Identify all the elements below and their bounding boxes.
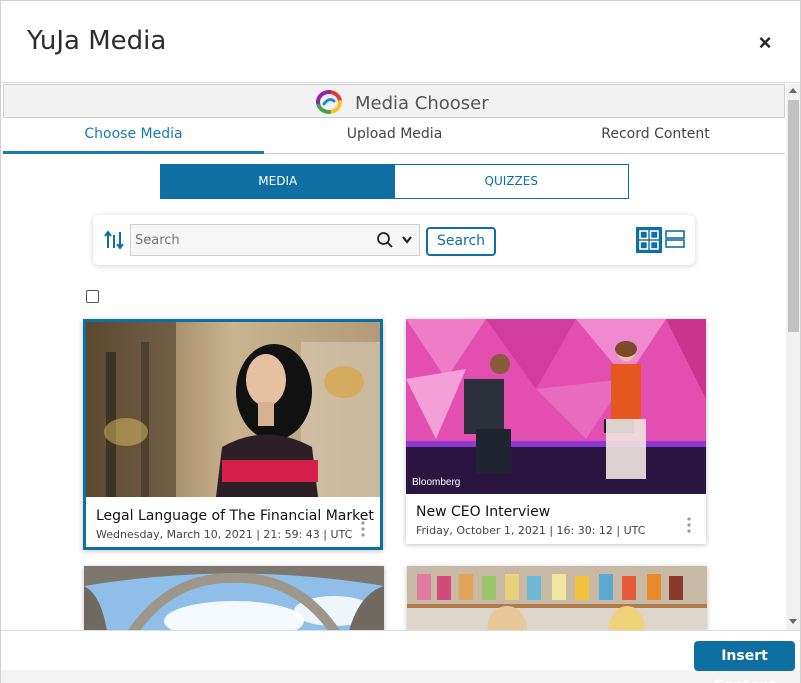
media-thumbnail-image <box>407 566 707 630</box>
grid-view-icon[interactable] <box>636 227 662 253</box>
more-options-icon[interactable] <box>360 520 366 538</box>
media-title[interactable]: Legal Language of The Financial Market <box>96 508 374 524</box>
scroll-thumb[interactable] <box>788 100 799 332</box>
media-date: Friday, October 1, 2021 | 16: 30: 12 | U… <box>416 524 646 537</box>
tab-record-content[interactable]: Record Content <box>525 118 786 154</box>
search-toolbar: Search <box>93 215 695 265</box>
media-title[interactable]: New CEO Interview <box>416 504 550 520</box>
scroll-up-icon[interactable] <box>786 84 800 98</box>
tab-choose-media[interactable]: Choose Media <box>3 118 264 154</box>
media-card[interactable] <box>407 566 707 630</box>
media-dialog: YuJa Media × Media Chooser Choose Media … <box>0 0 801 683</box>
media-date: Wednesday, March 10, 2021 | 21: 59: 43 |… <box>96 528 353 541</box>
media-thumbnail <box>86 322 380 497</box>
media-thumbnail: Bloomberg <box>406 319 706 494</box>
media-thumbnail-image: Bloomberg <box>406 319 706 494</box>
dialog-title: YuJa Media <box>27 26 167 56</box>
insert-content-button[interactable]: Insert Content <box>694 641 795 683</box>
chevron-down-icon[interactable] <box>400 233 414 247</box>
dialog-footer: Insert Content <box>1 630 800 683</box>
bloomberg-watermark: Bloomberg <box>412 477 460 488</box>
search-icon[interactable] <box>376 231 394 249</box>
select-all-checkbox[interactable] <box>86 290 99 303</box>
search-button[interactable]: Search <box>426 227 496 256</box>
chooser-title: Media Chooser <box>355 93 489 114</box>
media-card[interactable]: Bloomberg New CEO Interview Friday, Octo… <box>406 319 706 544</box>
media-thumbnail-image <box>86 322 380 497</box>
more-options-icon[interactable] <box>686 516 692 534</box>
list-view-icon[interactable] <box>664 228 686 250</box>
chooser-header: Media Chooser <box>3 84 785 118</box>
scroll-down-icon[interactable] <box>786 614 800 628</box>
close-button[interactable]: × <box>751 29 779 57</box>
segment-media[interactable]: MEDIA <box>161 165 395 198</box>
sort-icon[interactable] <box>103 229 125 251</box>
tab-upload-media[interactable]: Upload Media <box>264 118 525 154</box>
media-tabs: Choose Media Upload Media Record Content <box>3 118 785 154</box>
segment-quizzes[interactable]: QUIZZES <box>394 165 628 198</box>
footer-strip <box>1 670 800 683</box>
media-thumbnail <box>407 566 707 630</box>
scrollbar[interactable] <box>786 84 800 630</box>
dialog-titlebar: YuJa Media × <box>1 1 800 83</box>
yuja-logo-icon <box>316 90 342 114</box>
media-type-toggle: MEDIA QUIZZES <box>160 164 629 199</box>
media-thumbnail <box>84 566 384 630</box>
media-chooser-frame: Media Chooser Choose Media Upload Media … <box>1 84 800 630</box>
media-card[interactable]: Legal Language of The Financial Market W… <box>83 319 383 550</box>
media-card[interactable] <box>84 566 384 630</box>
media-thumbnail-image <box>84 566 384 630</box>
